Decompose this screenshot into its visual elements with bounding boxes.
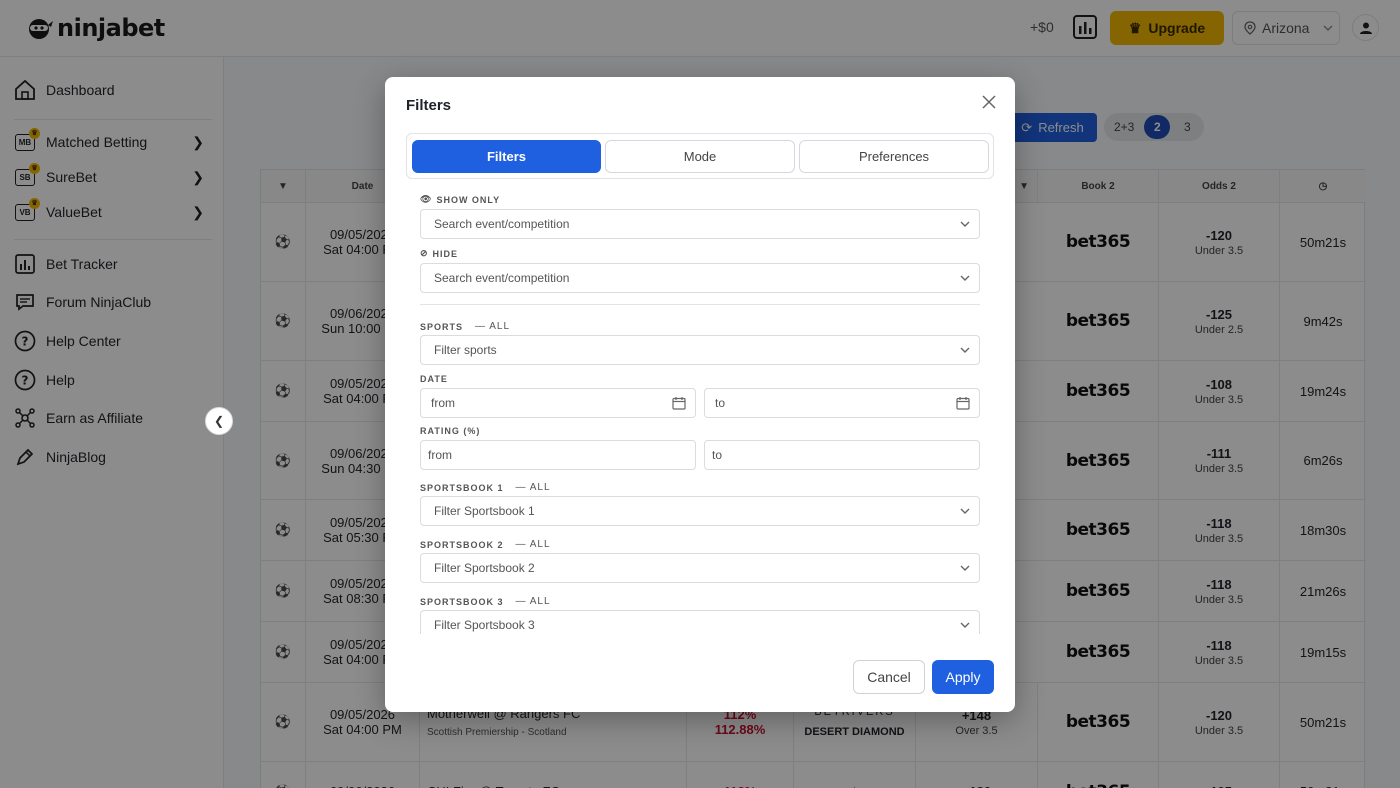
rating-to-input[interactable]: to (704, 440, 980, 470)
input-placeholder: to (715, 396, 726, 410)
input-placeholder: to (712, 448, 723, 462)
label-text: SPORTS (420, 321, 464, 332)
sportsbook2-label: SPORTSBOOK 2 — ALL (420, 539, 551, 550)
sportsbook2-select[interactable]: Filter Sportsbook 2 (420, 553, 980, 583)
chevron-down-icon (960, 622, 970, 628)
tab-filters[interactable]: Filters (412, 140, 601, 173)
modal-tabs: Filters Mode Preferences (406, 133, 994, 179)
calendar-icon[interactable] (956, 396, 970, 410)
sportsbook3-label: SPORTSBOOK 3 — ALL (420, 596, 551, 607)
chevron-down-icon (960, 508, 970, 514)
chevron-down-icon (960, 275, 970, 281)
date-from-input[interactable]: from (420, 388, 696, 418)
tab-mode[interactable]: Mode (605, 140, 795, 173)
apply-button[interactable]: Apply (932, 660, 994, 694)
all-indicator: — ALL (515, 596, 551, 607)
tab-preferences[interactable]: Preferences (799, 140, 989, 173)
sports-select[interactable]: Filter sports (420, 335, 980, 365)
chevron-left-icon: ❮ (213, 414, 225, 428)
show-only-label: 👁 SHOW ONLY (420, 194, 500, 205)
chevron-down-icon (960, 221, 970, 227)
sportsbook1-label: SPORTSBOOK 1 — ALL (420, 482, 551, 493)
input-placeholder: from (428, 448, 452, 462)
filters-modal: Filters Filters Mode Preferences 👁 SHOW O… (385, 77, 1015, 712)
chevron-down-icon (960, 347, 970, 353)
date-to-input[interactable]: to (704, 388, 980, 418)
all-indicator: — ALL (475, 321, 511, 332)
cancel-button[interactable]: Cancel (853, 660, 925, 694)
filter-form: 👁 SHOW ONLY Search event/competition ⊘ HID… (385, 185, 1015, 634)
divider (420, 304, 980, 305)
select-placeholder: Filter sports (434, 343, 497, 357)
label-text: DATE (420, 374, 448, 384)
collapse-sidebar-button[interactable]: ❮ (205, 407, 233, 435)
select-placeholder: Filter Sportsbook 3 (434, 618, 535, 632)
label-text: SPORTSBOOK 2 (420, 539, 504, 550)
calendar-icon[interactable] (672, 396, 686, 410)
modal-title: Filters (406, 97, 452, 114)
label-text: SHOW ONLY (436, 194, 501, 205)
close-icon[interactable] (982, 93, 996, 114)
all-indicator: — ALL (515, 482, 551, 493)
sports-label: SPORTS — ALL (420, 321, 510, 332)
label-text: RATING (%) (420, 426, 481, 436)
sportsbook1-select[interactable]: Filter Sportsbook 1 (420, 496, 980, 526)
eye-icon: 👁 (420, 194, 433, 204)
eye-slash-icon: ⊘ (420, 248, 429, 258)
show-only-select[interactable]: Search event/competition (420, 209, 980, 239)
hide-select[interactable]: Search event/competition (420, 263, 980, 293)
select-placeholder: Filter Sportsbook 1 (434, 504, 535, 518)
select-placeholder: Search event/competition (434, 217, 570, 231)
chevron-down-icon (960, 565, 970, 571)
label-text: SPORTSBOOK 1 (420, 482, 504, 493)
date-label: DATE (420, 374, 448, 384)
input-placeholder: from (431, 396, 455, 410)
label-text: SPORTSBOOK 3 (420, 596, 504, 607)
rating-from-input[interactable]: from (420, 440, 696, 470)
sportsbook3-select[interactable]: Filter Sportsbook 3 (420, 610, 980, 634)
select-placeholder: Filter Sportsbook 2 (434, 561, 535, 575)
rating-label: RATING (%) (420, 426, 480, 436)
all-indicator: — ALL (515, 539, 551, 550)
select-placeholder: Search event/competition (434, 271, 570, 285)
label-text: HIDE (432, 248, 459, 259)
hide-label: ⊘ HIDE (420, 248, 458, 259)
